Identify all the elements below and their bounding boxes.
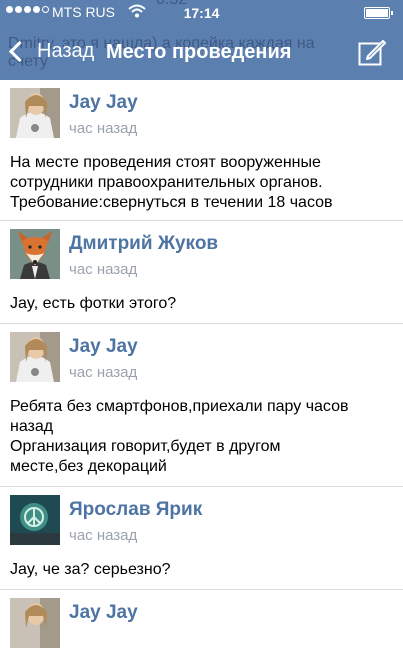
status-bar: MTS RUS 17:14 [0,0,403,26]
compose-icon [358,40,386,66]
comment-text: Jay, че за? серьезно? [10,560,171,580]
avatar[interactable] [10,598,60,648]
comment-text: На месте проведения стоят вооруженные со… [10,153,333,213]
comment: Jay Jay [0,590,403,650]
comment-line: Организация говорит,будет в другом [10,438,281,455]
comment-line: На месте проведения стоят вооруженные [10,154,321,171]
author-name[interactable]: Jay Jay [69,336,138,358]
comment: Дмитрий Жуков час назад Jay, есть фотки … [0,221,403,324]
comment-text: Jay, есть фотки этого? [10,294,176,314]
comment-line: сотрудники правоохранительных органов. [10,174,323,191]
comment-line: Jay, че за? серьезно? [10,561,171,578]
comment-line: назад [10,418,54,435]
comment-line: Требование:свернуться в течении 18 часов [10,194,333,211]
comment-line: Jay, есть фотки этого? [10,295,177,312]
clock: 17:14 [183,5,220,21]
back-button[interactable]: Назад [8,40,94,63]
chevron-left-icon [8,40,31,63]
author-name[interactable]: Jay Jay [69,602,138,624]
compose-button[interactable] [358,38,386,66]
battery-icon [364,7,393,19]
avatar[interactable] [10,495,60,545]
comments-list: Jay Jay час назад На месте проведения ст… [0,80,403,650]
post-time: час назад [69,120,138,137]
author-name[interactable]: Ярослав Ярик [69,499,202,521]
post-time: час назад [69,527,138,544]
author-name[interactable]: Jay Jay [69,92,138,114]
comment-text: Ребята без смартфонов,приехали пару часо… [10,397,349,477]
author-name[interactable]: Дмитрий Жуков [69,233,218,255]
avatar[interactable] [10,332,60,382]
comment: Jay Jay час назад На месте проведения ст… [0,80,403,221]
navigation-bar: Назад Место проведения [0,28,403,80]
avatar[interactable] [10,88,60,138]
comment: Ярослав Ярик час назад Jay, че за? серье… [0,487,403,590]
post-time: час назад [69,261,138,278]
comment-line: Ребята без смартфонов,приехали пару часо… [10,398,349,415]
top-bar: 0:32 Dmitry, это я нашла) а копейка кажд… [0,0,403,80]
comment: Jay Jay час назад Ребята без смартфонов,… [0,324,403,487]
avatar[interactable] [10,229,60,279]
comment-line: месте,без декораций [10,458,167,475]
page-title: Место проведения [106,41,292,63]
post-time: час назад [69,364,138,381]
back-button-label: Назад [37,40,95,62]
